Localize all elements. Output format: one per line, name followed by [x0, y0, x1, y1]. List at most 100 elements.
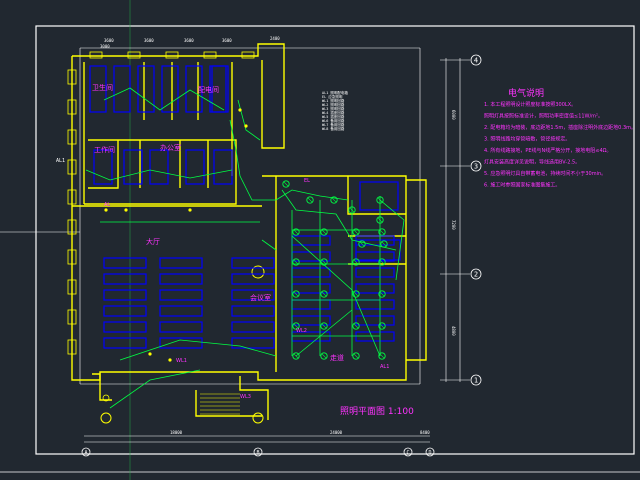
room-label: 工作间 — [94, 145, 115, 154]
desk-fixture — [103, 305, 147, 317]
axis-marker-label: 3 — [474, 163, 478, 171]
desk-fixture — [355, 315, 395, 326]
desk-fixture — [103, 337, 147, 349]
dimension-text: 6000 — [451, 110, 456, 120]
column — [89, 51, 103, 59]
cad-drawing-viewport[interactable]: 4 3 2 1 A B C D 卫生间 配电间 工作间 办公室 大厅 会议室 走道 AL WL1 WL2 WL3… — [0, 0, 640, 480]
room-fixture — [359, 181, 399, 211]
lamp-cross — [353, 229, 359, 235]
room-fixture — [213, 149, 233, 185]
column — [165, 51, 179, 59]
dimension-text: 3600 — [222, 38, 232, 43]
room-label: 卫生间 — [92, 83, 113, 92]
dimension-text: 24000 — [330, 430, 343, 435]
desk-fixture — [159, 337, 203, 349]
desk-fixture — [159, 257, 203, 269]
lamp-cross — [307, 197, 313, 203]
desk-fixture — [103, 289, 147, 301]
circuit-callout: AL — [104, 202, 110, 208]
desk-fixture — [291, 235, 331, 246]
site-boundary — [79, 47, 421, 385]
axis-markers-bottom: A B C D — [81, 447, 435, 457]
circuit-callout: WL2 — [296, 328, 307, 334]
circuit-callout: WL1 — [176, 358, 187, 364]
desk-fixture — [355, 267, 395, 278]
lamp-cross — [283, 181, 289, 187]
dimension-text: 18000 — [170, 430, 183, 435]
wiring-run — [229, 119, 276, 201]
desk-fixture — [231, 305, 275, 317]
note-line: 6. 施工时参照国家标准图集施工。 — [484, 182, 560, 189]
column-round — [100, 412, 112, 424]
lamp-cross — [321, 353, 327, 359]
dimension-text: 3000 — [100, 44, 110, 49]
desk-fixture — [103, 257, 147, 269]
lamp-cross — [353, 353, 359, 359]
notes-block: 1. 本工程照明设计照度标准按照300LX。 照明灯具按照标准设计，照明功率密度… — [484, 101, 636, 189]
wall-segment — [406, 179, 427, 361]
building-walls — [67, 43, 427, 424]
desk-fixture — [159, 289, 203, 301]
dimension-text: 3600 — [184, 38, 194, 43]
room-label: 配电间 — [198, 85, 219, 94]
lamp-symbols — [104, 108, 388, 362]
wiring-run — [119, 349, 151, 361]
circuit-callout: EL — [304, 178, 310, 184]
desk-fixture — [355, 283, 395, 294]
lamp-cross — [379, 229, 385, 235]
desk-fixture — [231, 257, 275, 269]
room-fixture — [355, 239, 401, 261]
room-label: 走道 — [330, 353, 344, 362]
room-label: 大厅 — [146, 237, 160, 246]
switch-symbol — [148, 352, 152, 356]
room-label: 办公室 — [160, 143, 181, 152]
note-line: 1. 本工程照明设计照度标准按照300LX。 — [484, 101, 576, 108]
switch-symbol — [188, 208, 192, 212]
dimension-text: 3600 — [144, 38, 154, 43]
desk-fixture — [355, 299, 395, 310]
column — [241, 51, 255, 59]
switch-symbol — [124, 208, 128, 212]
dimension-text: 4800 — [451, 326, 456, 336]
axis-marker-label: C — [406, 450, 409, 456]
lamp-cross — [293, 229, 299, 235]
lamp-cross — [321, 229, 327, 235]
switch-symbol — [244, 124, 248, 128]
panel-tag: AL1 — [56, 158, 65, 164]
cubicle-fixture — [161, 65, 179, 113]
desk-fixture — [355, 331, 395, 342]
switch-symbol — [238, 108, 242, 112]
desk-fixture — [159, 321, 203, 333]
note-line: 3. 照明线路均穿管暗敷，管径按规定。 — [484, 136, 570, 143]
room-fixture — [93, 149, 113, 185]
axis-marker-label: B — [256, 450, 259, 456]
wiring-run — [291, 235, 381, 357]
cad-canvas[interactable]: 4 3 2 1 A B C D 卫生间 配电间工作间 办公室大厅会议室走道 AL WL1 WL2 WL3… — [0, 0, 640, 480]
dimension-text: 2400 — [270, 36, 280, 41]
axis-marker-label: A — [84, 450, 87, 456]
switch-symbol — [104, 208, 108, 212]
wiring-run — [85, 169, 233, 181]
wall-segment — [92, 373, 112, 401]
dimension-text: 8400 — [420, 430, 430, 435]
desk-fixture — [159, 305, 203, 317]
circuit-callout: AL1 — [380, 364, 389, 370]
wiring-run — [109, 369, 201, 409]
wiring-run — [261, 239, 277, 251]
note-line: 照明灯具按照标准设计，照明功率密度值≤11W/m²。 — [484, 113, 603, 120]
room-fixture — [149, 149, 169, 185]
desk-fixture — [103, 273, 147, 285]
room-label: 会议室 — [250, 293, 271, 302]
desk-fixture — [291, 267, 331, 278]
column — [203, 51, 217, 59]
desk-fixture — [231, 321, 275, 333]
cubicle-fixture — [137, 65, 155, 113]
desk-fixture — [231, 337, 275, 349]
axis-marker-label: 2 — [474, 271, 478, 279]
note-line: 灯具安装高度详见说明，导线选用BV-2.5。 — [484, 159, 580, 166]
circuit-callout: WL3 — [240, 394, 251, 400]
room-fixture — [185, 149, 205, 185]
desk-fixture — [291, 299, 331, 310]
note-line: 2. 配电箱均为暗装，底边距地1.5m，插座除注明外底边距地0.3m。 — [484, 124, 636, 131]
axis-marker-label: 4 — [474, 57, 478, 65]
